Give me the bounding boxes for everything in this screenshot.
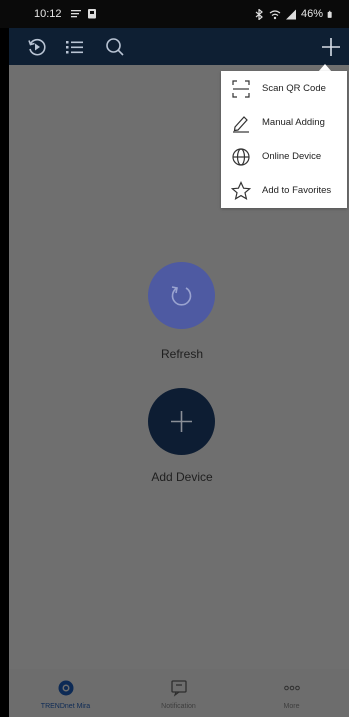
nav-item-more[interactable]: More [235,669,348,717]
battery-percent: 46% [300,8,323,20]
plus-icon[interactable] [318,34,344,60]
history-icon[interactable] [24,34,50,60]
notification-icons [70,8,98,19]
menu-label-manual-adding: Manual Adding [262,117,325,128]
refresh-button[interactable] [148,262,215,329]
phone-screen: 10:12 46% Refresh Add Device TRENDnet Mi… [0,0,349,717]
bluetooth-icon [255,8,263,20]
add-device-button[interactable] [148,388,215,455]
app-toolbar [9,28,349,65]
menu-label-add-to-favorites: Add to Favorites [262,185,332,196]
nav-label-trendnet-mira: TRENDnet Mira [40,703,91,710]
menu-item-online-device[interactable]: Online Device [221,140,347,174]
menu-label-online-device: Online Device [262,151,322,162]
menu-label-scan-qr: Scan QR Code [262,83,326,94]
globe-icon [232,148,250,166]
status-bar: 10:12 46% [0,0,349,28]
status-right: 46% [253,8,335,20]
signal-icon [285,9,296,19]
menu-item-manual-adding[interactable]: Manual Adding [221,106,347,140]
nav-label-notification: Notification [161,703,196,710]
add-icon [171,411,192,432]
sim-icon [71,10,81,18]
refresh-icon [171,286,192,306]
battery-icon [327,10,332,18]
menu-item-scan-qr[interactable]: Scan QR Code [221,72,347,106]
clipboard-icon [88,9,96,19]
add-device-label: Add Device [151,470,213,484]
search-icon[interactable] [102,34,128,60]
nav-item-trendnet-mira[interactable]: TRENDnet Mira [9,669,122,717]
wifi-icon [269,9,281,19]
bottom-nav: TRENDnet Mira Notification More [9,669,349,717]
more-icon [284,685,300,691]
nav-item-notification[interactable]: Notification [122,669,235,717]
add-menu-popup: Scan QR Code Manual Adding Online Device… [221,71,347,208]
nav-label-more: More [283,703,300,710]
message-icon [171,680,187,697]
star-icon [231,181,251,201]
list-icon[interactable] [61,34,87,60]
pencil-icon [233,116,249,133]
status-time: 10:12 [34,8,62,20]
refresh-label: Refresh [160,347,204,361]
scan-qr-icon [232,80,250,98]
camera-icon [58,680,74,696]
menu-item-add-to-favorites[interactable]: Add to Favorites [221,174,347,208]
